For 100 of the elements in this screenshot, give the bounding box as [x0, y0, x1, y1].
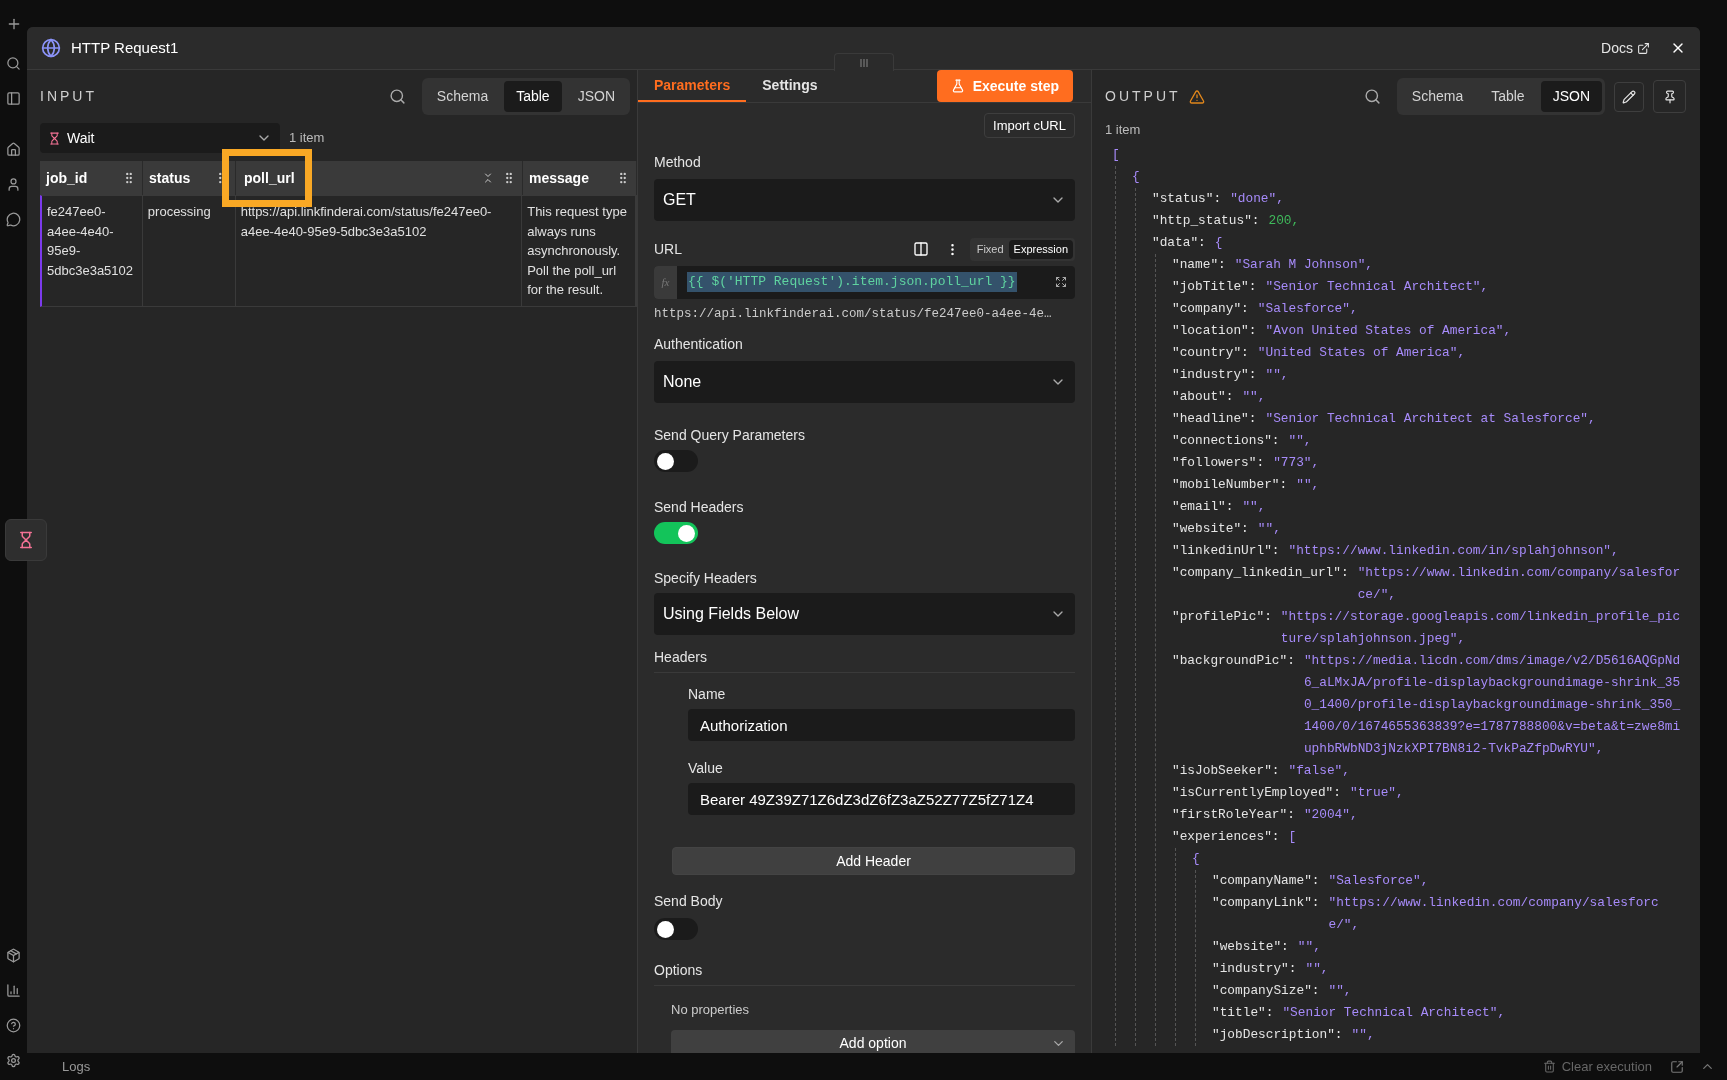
json-key: "name": [1172, 253, 1226, 276]
search-icon[interactable] [6, 56, 21, 71]
json-value: "Senior Technical Architect", [1265, 277, 1490, 296]
json-key: "company_linkedin_url": [1172, 561, 1349, 606]
json-key: "firstRoleYear": [1172, 803, 1295, 826]
user-icon[interactable] [6, 177, 21, 192]
drag-handle[interactable] [834, 53, 894, 71]
pin-icon [1662, 89, 1677, 104]
json-value: 200, [1268, 211, 1301, 230]
view-tab[interactable]: JSON [565, 81, 627, 112]
add-header-button[interactable]: Add Header [672, 847, 1075, 876]
settings-tab[interactable]: Settings [746, 70, 834, 102]
popout-icon[interactable] [1670, 1059, 1684, 1074]
expand-icon[interactable] [1055, 276, 1067, 288]
chart-icon[interactable] [6, 983, 21, 998]
mode-tab[interactable]: Expression [1008, 240, 1073, 259]
search-icon[interactable] [388, 88, 406, 105]
edit-button[interactable] [1614, 81, 1644, 112]
input-field[interactable]: Authorization [688, 709, 1075, 742]
json-key: "data": [1152, 231, 1206, 254]
json-key: "connections": [1172, 429, 1280, 452]
json-key: "isJobSeeker": [1172, 759, 1280, 782]
toggle-switch[interactable] [654, 450, 698, 473]
json-value: "Salesforce", [1257, 299, 1359, 318]
json-key: "mobileNumber": [1172, 473, 1288, 496]
logs-label[interactable]: Logs [62, 1056, 91, 1077]
json-bracket: [ [1288, 827, 1297, 846]
section-title: Options [654, 961, 704, 981]
url-preview: https://api.linkfinderai.com/status/fe247ee0-a4ee-4e… [654, 305, 1053, 323]
json-value: "https://www.linkedin.com/company/salesforce/", [1357, 563, 1682, 604]
json-key: "companyLink": [1212, 891, 1320, 936]
json-key: "followers": [1172, 451, 1265, 474]
json-value: "", [1288, 431, 1313, 450]
field-label: Method [654, 153, 702, 172]
toggle-switch[interactable] [654, 522, 698, 545]
json-key: "website": [1172, 517, 1249, 540]
import-button[interactable]: Import cURL [984, 113, 1075, 138]
chat-icon[interactable] [6, 212, 21, 227]
input-field[interactable]: Bearer 49Z39Z71Z6dZ3dZ6fZ3aZ52Z77Z5fZ71Z4 [688, 783, 1075, 816]
json-value: "", [1297, 937, 1322, 956]
select-field[interactable]: None [654, 361, 1075, 404]
json-value: "", [1257, 519, 1282, 538]
package-icon[interactable] [6, 948, 21, 963]
json-value: "Sarah M Johnson", [1234, 255, 1374, 274]
json-value: "https://www.linkedin.com/company/salesforce/", [1328, 893, 1660, 934]
table-cell: https://api.linkfinderai.com/status/fe247ee0-a4ee-4e40-95e9-5dbc3e3a5102 [240, 204, 492, 239]
panel-title: OUTPUT [1105, 87, 1181, 106]
table-cell: fe247ee0-a4ee-4e40-95e9-5dbc3e3a5102 [47, 204, 134, 278]
json-bracket: { [1192, 849, 1200, 868]
help-icon[interactable] [6, 1018, 21, 1033]
column-header[interactable]: poll_url [236, 161, 523, 195]
pin-button[interactable] [1653, 80, 1686, 113]
source-select[interactable]: Wait [40, 123, 280, 153]
view-tab[interactable]: Table [1479, 81, 1537, 112]
json-key: "status": [1152, 187, 1222, 210]
field-label: URL [654, 239, 682, 259]
json-key: "email": [1172, 495, 1234, 518]
settings-icon[interactable] [6, 1053, 21, 1068]
json-value: "Senior Technical Architect at Salesforce", [1265, 409, 1597, 428]
json-value: "false", [1288, 761, 1351, 780]
json-key: "profilePic": [1172, 605, 1272, 650]
globe-icon [41, 38, 61, 58]
json-value: "", [1351, 1025, 1376, 1044]
section-title: Headers [654, 648, 708, 668]
collapse-icon[interactable] [482, 172, 494, 184]
json-bracket: { [1132, 167, 1140, 186]
view-tab[interactable]: Table [504, 81, 562, 112]
search-icon[interactable] [1363, 88, 1381, 105]
field-label: Authentication [654, 335, 744, 355]
json-value: "", [1305, 959, 1330, 978]
add-option-button[interactable]: Add option [671, 1029, 1075, 1053]
panel-icon[interactable] [6, 91, 21, 106]
view-tab[interactable]: Schema [424, 81, 501, 112]
json-value: "United States of America", [1257, 343, 1467, 362]
home-icon[interactable] [6, 142, 21, 157]
column-header[interactable]: status [143, 161, 236, 195]
json-key: "isCurrentlyEmployed": [1172, 781, 1341, 804]
json-key: "http_status": [1152, 209, 1260, 232]
mode-tab[interactable]: Fixed [971, 240, 1009, 259]
settings-tab[interactable]: Parameters [638, 70, 747, 102]
view-tab[interactable]: JSON [1540, 81, 1602, 112]
trash-icon [1542, 1060, 1556, 1073]
item-count: 1 item [1105, 121, 1142, 139]
select-field[interactable]: GET [654, 179, 1075, 221]
external-link-icon [1637, 41, 1650, 55]
node-button[interactable] [5, 519, 47, 561]
select-field[interactable]: Using Fields Below [654, 593, 1075, 636]
json-value: "Avon United States of America", [1265, 321, 1513, 340]
json-value: "Salesforce", [1328, 871, 1430, 890]
table-cell: processing [147, 204, 211, 219]
json-value: "", [1242, 497, 1267, 516]
view-tab[interactable]: Schema [1399, 81, 1476, 112]
json-value: "", [1296, 475, 1321, 494]
json-value: "true", [1349, 783, 1405, 802]
split-view-icon[interactable] [912, 241, 929, 258]
json-key: "company": [1172, 297, 1249, 320]
toggle-switch[interactable] [654, 918, 698, 941]
column-header[interactable]: job_id [40, 161, 143, 195]
docs-link[interactable]: Docs [1601, 37, 1650, 59]
field-label: Send Headers [654, 498, 745, 518]
